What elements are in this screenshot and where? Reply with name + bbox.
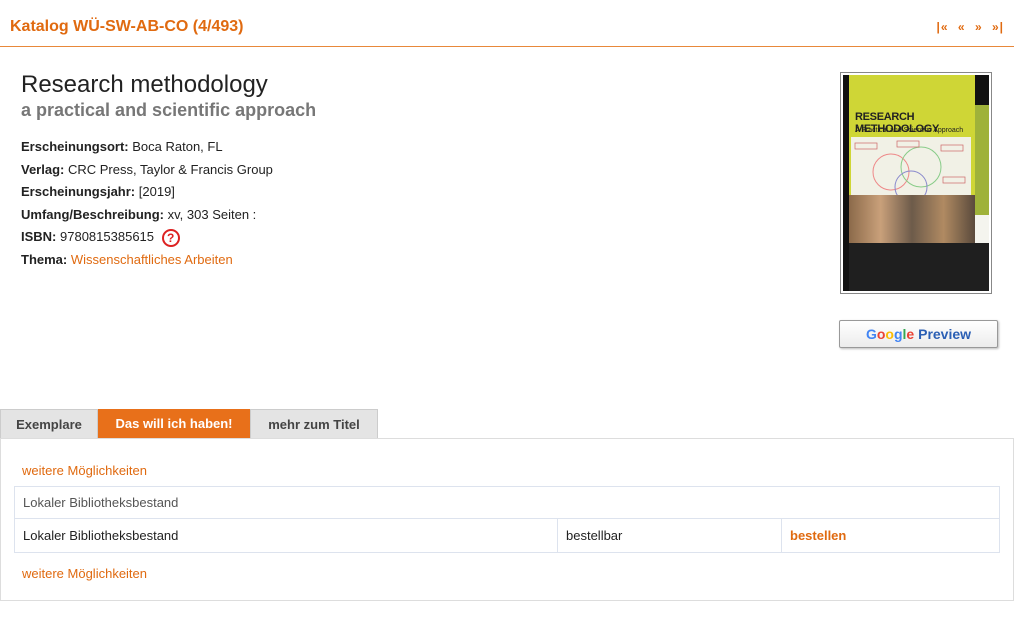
catalog-title: Katalog WÜ-SW-AB-CO (4/493) xyxy=(10,18,244,35)
tab-das-will-ich-haben[interactable]: Das will ich haben! xyxy=(98,409,250,438)
google-logo-letter: G xyxy=(865,326,877,342)
meta-row-verlag: Verlag: CRC Press, Taylor & Francis Grou… xyxy=(21,159,273,182)
table-row: Lokaler Bibliotheksbestand bestellbar be… xyxy=(14,519,1000,553)
last-record-button[interactable]: »| xyxy=(992,20,1004,34)
google-logo-letter: g xyxy=(893,326,903,342)
cover-bottom xyxy=(849,243,989,291)
record-metadata: Erscheinungsort: Boca Raton, FL Verlag: … xyxy=(21,136,273,271)
more-options-link[interactable]: weitere Möglichkeiten xyxy=(22,463,147,478)
bestand-status: bestellbar xyxy=(566,528,623,543)
record-title: Research methodology xyxy=(21,71,268,98)
meta-row-isbn: ISBN: 9780815385615 ? xyxy=(21,226,273,249)
google-logo-letter: o xyxy=(885,326,894,342)
google-preview-label: Preview xyxy=(918,326,972,342)
cover-photo xyxy=(849,195,975,243)
tab-exemplare[interactable]: Exemplare xyxy=(0,409,98,438)
meta-row-thema: Thema: Wissenschaftliches Arbeiten xyxy=(21,249,273,272)
meta-label: Thema: xyxy=(21,251,68,267)
more-options-link[interactable]: weitere Möglichkeiten xyxy=(22,566,147,581)
first-record-button[interactable]: |« xyxy=(937,20,949,34)
meta-label: Umfang/Beschreibung: xyxy=(21,206,165,222)
meta-label: Erscheinungsort: xyxy=(21,139,129,154)
catalog-header: Katalog WÜ-SW-AB-CO (4/493) |« « » »| xyxy=(0,0,1014,47)
google-preview-button[interactable]: Google Preview xyxy=(839,320,998,348)
tab-mehr-zum-titel[interactable]: mehr zum Titel xyxy=(250,409,378,438)
meta-label: ISBN: xyxy=(21,229,57,244)
bestand-name: Lokaler Bibliotheksbestand xyxy=(23,528,179,543)
cell-divider xyxy=(781,519,782,552)
meta-value: Boca Raton, FL xyxy=(132,139,223,154)
cell-divider xyxy=(557,519,558,552)
record-subtitle: a practical and scientific approach xyxy=(21,100,317,120)
order-link[interactable]: bestellen xyxy=(790,519,846,552)
meta-row-jahr: Erscheinungsjahr: [2019] xyxy=(21,181,273,204)
bestand-header: Lokaler Bibliotheksbestand xyxy=(14,486,1000,519)
meta-value: xv, 303 Seiten : xyxy=(167,206,257,222)
book-cover-image[interactable]: RESEARCH METHODOLOGY A Practical and Sci… xyxy=(840,72,992,294)
next-record-button[interactable]: » xyxy=(975,20,983,34)
isbn-info-icon[interactable]: ? xyxy=(161,228,180,247)
previous-record-button[interactable]: « xyxy=(958,20,966,34)
meta-label: Erscheinungsjahr: xyxy=(21,184,136,199)
thema-link[interactable]: Wissenschaftliches Arbeiten xyxy=(71,252,233,267)
meta-label: Verlag: xyxy=(21,161,65,177)
cover-stripe xyxy=(975,75,989,105)
meta-value: [2019] xyxy=(138,184,175,199)
google-logo-letter: e xyxy=(906,326,915,342)
cover-art: RESEARCH METHODOLOGY A Practical and Sci… xyxy=(843,75,989,291)
meta-row-ort: Erscheinungsort: Boca Raton, FL xyxy=(21,136,273,159)
meta-row-umfang: Umfang/Beschreibung: xv, 303 Seiten : xyxy=(21,204,273,227)
meta-value: 9780815385615 xyxy=(60,229,155,244)
record-pager: |« « » »| xyxy=(932,20,1004,34)
meta-value: CRC Press, Taylor & Francis Group xyxy=(67,161,273,177)
tab-panel: weitere Möglichkeiten Lokaler Bibliothek… xyxy=(0,438,1014,601)
cover-subtitle: A Practical and Scientific Approach xyxy=(855,127,964,134)
